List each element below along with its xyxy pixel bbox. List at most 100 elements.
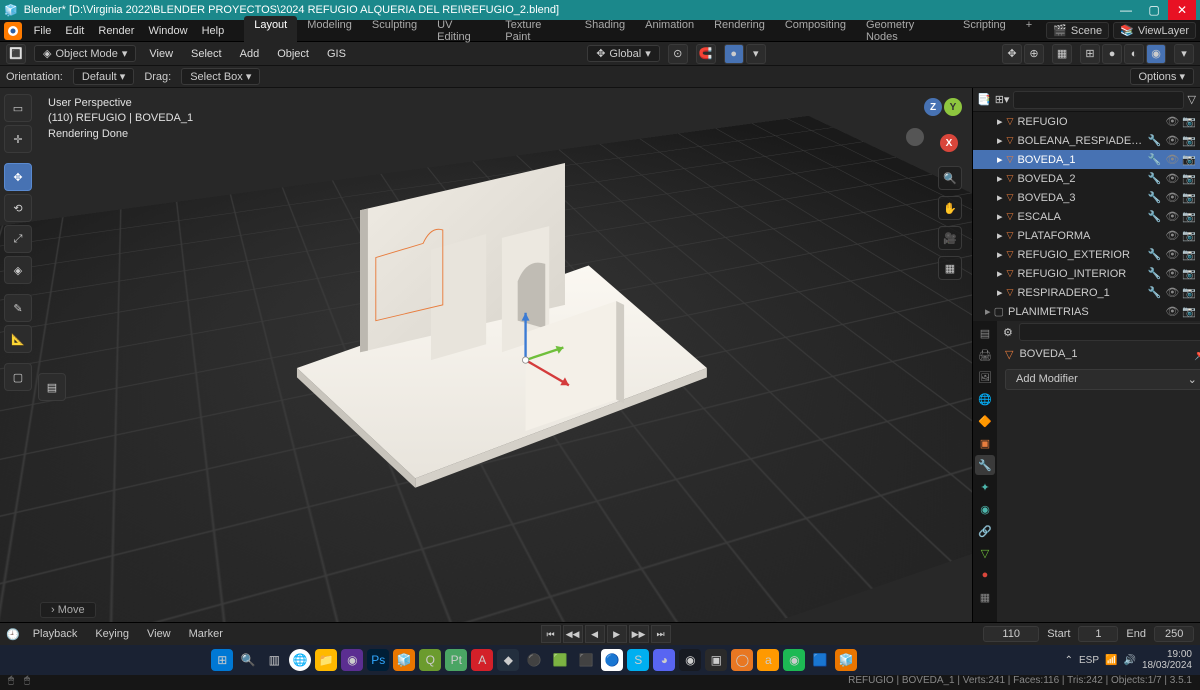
outliner-row-boveda_2[interactable]: ▸ ▽BOVEDA_2🔧👁📷: [973, 169, 1200, 188]
start-icon[interactable]: ⊞: [211, 649, 233, 671]
keyframe-next-icon[interactable]: ▶▶: [629, 625, 649, 643]
blender-icon[interactable]: [4, 22, 22, 40]
ptab-constraints[interactable]: 🔗: [975, 521, 995, 541]
camera-icon[interactable]: 📷: [1182, 115, 1196, 128]
tray-lang[interactable]: ESP: [1079, 655, 1099, 666]
tab-modeling[interactable]: Modeling: [297, 16, 362, 46]
outliner-row-refugio[interactable]: ▸ ▽REFUGIO👁📷: [973, 112, 1200, 131]
gizmo-toggle-icon[interactable]: ✥: [1002, 44, 1022, 64]
system-tray[interactable]: ⌃ ESP 📶 🔊 19:00 18/03/2024: [1065, 649, 1192, 671]
amazon-icon[interactable]: a: [757, 649, 779, 671]
app-icon-5[interactable]: ⬛: [575, 649, 597, 671]
search-pin-icon[interactable]: ⚙: [1003, 326, 1013, 339]
epic-icon[interactable]: ▣: [705, 649, 727, 671]
outliner-row-boveda_1[interactable]: ▸ ▽BOVEDA_1🔧👁📷: [973, 150, 1200, 169]
camera-icon[interactable]: 📷: [1182, 134, 1196, 147]
app-icon-2[interactable]: Q: [419, 649, 441, 671]
camera-icon[interactable]: 📷: [1182, 267, 1196, 280]
tool-scale[interactable]: ⤢: [4, 225, 32, 253]
timeline-menu-playback[interactable]: Playback: [28, 626, 83, 642]
ptab-world[interactable]: 🔶: [975, 411, 995, 431]
overlays-toggle-icon[interactable]: ⊕: [1024, 44, 1044, 64]
timeline-menu-view[interactable]: View: [142, 626, 176, 642]
eye-icon[interactable]: 👁: [1165, 153, 1179, 166]
camera-icon[interactable]: 📷: [1182, 210, 1196, 223]
blender-tb-icon-2[interactable]: 🧊: [835, 649, 857, 671]
vp-menu-select[interactable]: Select: [186, 46, 227, 62]
chrome-icon[interactable]: 🌐: [289, 649, 311, 671]
scene-selector[interactable]: 🎬 Scene: [1046, 22, 1109, 39]
pan-icon[interactable]: ✋: [938, 196, 962, 220]
tray-volume-icon[interactable]: 🔊: [1123, 655, 1135, 666]
axis-y-icon[interactable]: Y: [944, 98, 962, 116]
orientation-dropdown[interactable]: Default ▾: [73, 68, 134, 85]
outliner-row-plataforma[interactable]: ▸ ▽PLATAFORMA👁📷: [973, 226, 1200, 245]
add-modifier-button[interactable]: Add Modifier ⌄: [1005, 369, 1200, 390]
app-icon-3[interactable]: ◆: [497, 649, 519, 671]
ptab-modifiers[interactable]: 🔧: [975, 455, 995, 475]
tab-texture-paint[interactable]: Texture Paint: [495, 16, 574, 46]
ptab-render[interactable]: ▤: [975, 323, 995, 343]
eye-icon[interactable]: 👁: [1165, 172, 1179, 185]
autodesk-icon[interactable]: A: [471, 649, 493, 671]
shading-matprev-icon[interactable]: ◐: [1124, 44, 1144, 64]
outliner-row-refugio_exterior[interactable]: ▸ ▽REFUGIO_EXTERIOR🔧👁📷: [973, 245, 1200, 264]
photoshop-icon[interactable]: Ps: [367, 649, 389, 671]
substance-icon[interactable]: Pt: [445, 649, 467, 671]
app-icon-6[interactable]: 🔵: [601, 649, 623, 671]
pivot-icon[interactable]: ⊙: [668, 44, 688, 64]
explorer-icon[interactable]: 📁: [315, 649, 337, 671]
ptab-texture[interactable]: ▦: [975, 587, 995, 607]
app-icon-1[interactable]: ◉: [341, 649, 363, 671]
steam-icon[interactable]: ◉: [679, 649, 701, 671]
tab-sculpting[interactable]: Sculpting: [362, 16, 427, 46]
eye-icon[interactable]: 👁: [1165, 191, 1179, 204]
app-icon-8[interactable]: 🟦: [809, 649, 831, 671]
outliner-type-icon[interactable]: 📑: [977, 93, 991, 106]
menu-window[interactable]: Window: [142, 23, 193, 39]
xray-icon[interactable]: ▦: [1052, 44, 1072, 64]
minimize-button[interactable]: —: [1112, 0, 1140, 20]
ptab-output[interactable]: 🖨: [975, 345, 995, 365]
jump-end-icon[interactable]: ⏭: [651, 625, 671, 643]
outliner-row-boveda_3[interactable]: ▸ ▽BOVEDA_3🔧👁📷: [973, 188, 1200, 207]
outliner-row-respiradero_1[interactable]: ▸ ▽RESPIRADERO_1🔧👁📷: [973, 283, 1200, 302]
tray-time[interactable]: 19:00: [1142, 649, 1192, 660]
blender-tb-icon[interactable]: 🧊: [393, 649, 415, 671]
menu-edit[interactable]: Edit: [59, 23, 90, 39]
eye-icon[interactable]: 👁: [1165, 134, 1179, 147]
tray-date[interactable]: 18/03/2024: [1142, 660, 1192, 671]
axis-neg-icon[interactable]: [906, 128, 924, 146]
tab-animation[interactable]: Animation: [635, 16, 704, 46]
vp-menu-view[interactable]: View: [144, 46, 178, 62]
play-reverse-icon[interactable]: ◀: [585, 625, 605, 643]
tray-wifi-icon[interactable]: 📶: [1105, 655, 1117, 666]
outliner-filter-icon[interactable]: ▽: [1188, 93, 1196, 106]
drag-dropdown[interactable]: Select Box ▾: [181, 68, 260, 85]
tool-cursor[interactable]: ✛: [4, 125, 32, 153]
timeline-menu-marker[interactable]: Marker: [184, 626, 228, 642]
shading-dropdown-icon[interactable]: ▾: [1174, 44, 1194, 64]
timeline-type-icon[interactable]: 🕘: [6, 628, 20, 641]
eye-icon[interactable]: 👁: [1165, 229, 1179, 242]
camera-icon[interactable]: 📷: [1182, 172, 1196, 185]
end-frame-field[interactable]: 250: [1154, 626, 1194, 642]
outliner-row-boleana_respiadero[interactable]: ▸ ▽BOLEANA_RESPIADERO🔧👁📷: [973, 131, 1200, 150]
tab-layout[interactable]: Layout: [244, 16, 297, 46]
camera-view-icon[interactable]: 🎥: [938, 226, 962, 250]
tool-measure[interactable]: 📐: [4, 325, 32, 353]
outliner-search[interactable]: [1013, 91, 1183, 109]
obs-icon[interactable]: ⚫: [523, 649, 545, 671]
proportional-edit-icon[interactable]: ●: [724, 44, 744, 64]
camera-icon[interactable]: 📷: [1182, 248, 1196, 261]
tool-move[interactable]: ✥: [4, 163, 32, 191]
current-frame-field[interactable]: 110: [983, 626, 1039, 642]
camera-icon[interactable]: 📷: [1182, 305, 1196, 318]
outliner-mode-icon[interactable]: ⊞▾: [995, 93, 1010, 106]
mode-selector[interactable]: ◈ Object Mode ▾: [34, 45, 136, 62]
ptab-particles[interactable]: ✦: [975, 477, 995, 497]
outliner-row-escala[interactable]: ▸ ▽ESCALA🔧👁📷: [973, 207, 1200, 226]
pin-icon[interactable]: 📌: [1194, 348, 1200, 361]
tool-add-cube[interactable]: ▢: [4, 363, 32, 391]
proportional-falloff-icon[interactable]: ▾: [746, 44, 766, 64]
